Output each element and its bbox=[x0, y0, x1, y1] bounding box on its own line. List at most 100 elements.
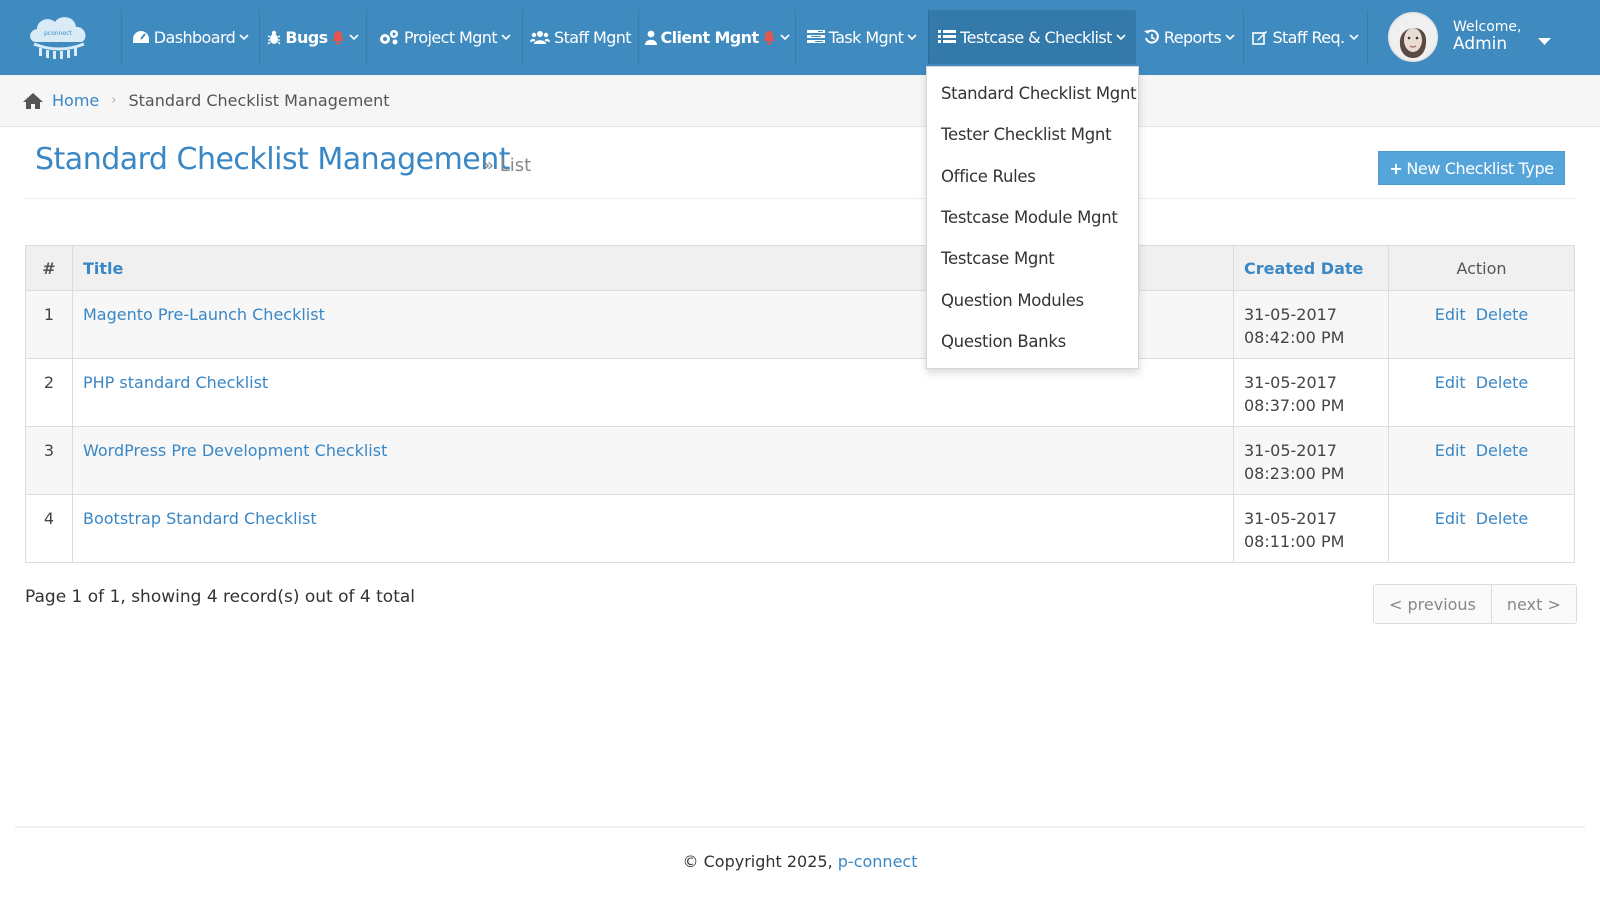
row-actions: Edit Delete bbox=[1388, 358, 1575, 427]
bell-icon bbox=[331, 30, 345, 45]
chevron-down-icon bbox=[1116, 33, 1126, 41]
chevron-down-icon bbox=[501, 33, 511, 41]
nav-reports[interactable]: Reports bbox=[1135, 10, 1243, 64]
user-icon bbox=[644, 30, 657, 45]
chevron-down-icon bbox=[239, 33, 249, 41]
edit-link[interactable]: Edit bbox=[1435, 441, 1466, 460]
welcome-text: Welcome, Admin bbox=[1453, 19, 1522, 55]
svg-text:pconnect: pconnect bbox=[44, 30, 72, 37]
nav-dashboard-label: Dashboard bbox=[153, 27, 236, 47]
avatar bbox=[1388, 12, 1438, 62]
row-date-cell: 31-05-2017 08:11:00 PM bbox=[1233, 494, 1389, 563]
edit-icon bbox=[1252, 30, 1268, 45]
menu-item-question-banks[interactable]: Question Banks bbox=[927, 321, 1138, 362]
chevron-right-icon: › bbox=[111, 93, 117, 108]
menu-item-tester-checklist-mgnt[interactable]: Tester Checklist Mgnt bbox=[927, 114, 1138, 155]
table-row: 1 Magento Pre-Launch Checklist 31-05-201… bbox=[25, 290, 1575, 359]
brand-logo[interactable]: pconnect bbox=[22, 8, 96, 64]
checklist-table: # Title Created Date Action 1 Magento Pr… bbox=[25, 245, 1575, 563]
row-time: 08:42:00 PM bbox=[1244, 328, 1345, 347]
dashboard-icon bbox=[132, 30, 150, 44]
menu-item-question-modules[interactable]: Question Modules bbox=[927, 279, 1138, 320]
nav-project-mgnt-label: Project Mgnt bbox=[403, 27, 498, 47]
row-actions: Edit Delete bbox=[1388, 426, 1575, 495]
nav-staff-mgnt[interactable]: Staff Mgnt bbox=[522, 10, 638, 64]
nav-bugs[interactable]: Bugs bbox=[259, 10, 366, 64]
list-icon bbox=[938, 30, 957, 44]
delete-link[interactable]: Delete bbox=[1476, 509, 1529, 528]
breadcrumb: Home › Standard Checklist Management bbox=[0, 75, 1600, 127]
nav-staff-req-label: Staff Req. bbox=[1272, 27, 1345, 47]
testcase-checklist-dropdown: Standard Checklist Mgnt Tester Checklist… bbox=[926, 66, 1139, 369]
nav-client-mgnt[interactable]: Client Mgnt bbox=[638, 10, 795, 64]
row-actions: Edit Delete bbox=[1388, 290, 1575, 359]
edit-link[interactable]: Edit bbox=[1435, 373, 1466, 392]
table-row: 4 Bootstrap Standard Checklist 31-05-201… bbox=[25, 494, 1575, 563]
menu-item-testcase-module-mgnt[interactable]: Testcase Module Mgnt bbox=[927, 197, 1138, 238]
nav-dashboard[interactable]: Dashboard bbox=[121, 10, 259, 64]
row-title-link[interactable]: Bootstrap Standard Checklist bbox=[83, 509, 317, 528]
user-menu[interactable]: Welcome, Admin bbox=[1388, 10, 1568, 64]
breadcrumb-current: Standard Checklist Management bbox=[128, 91, 390, 110]
nav-reports-label: Reports bbox=[1163, 27, 1222, 47]
column-header-created-date[interactable]: Created Date bbox=[1233, 245, 1389, 291]
nav-testcase-checklist[interactable]: Testcase & Checklist bbox=[928, 10, 1135, 64]
nav-task-mgnt[interactable]: Task Mgnt bbox=[795, 10, 928, 64]
row-date: 31-05-2017 bbox=[1244, 373, 1337, 392]
footer-divider bbox=[15, 826, 1585, 828]
table-row: 2 PHP standard Checklist 31-05-2017 08:37… bbox=[25, 358, 1575, 427]
edit-link[interactable]: Edit bbox=[1435, 509, 1466, 528]
column-header-num: # bbox=[25, 245, 73, 291]
home-icon bbox=[22, 92, 44, 110]
row-date-cell: 31-05-2017 08:42:00 PM bbox=[1233, 290, 1389, 359]
delete-link[interactable]: Delete bbox=[1476, 373, 1529, 392]
row-title-cell: WordPress Pre Development Checklist bbox=[72, 426, 1234, 495]
user-name: Admin bbox=[1453, 34, 1508, 55]
row-title-link[interactable]: Magento Pre-Launch Checklist bbox=[83, 305, 325, 324]
edit-link[interactable]: Edit bbox=[1435, 305, 1466, 324]
welcome-label: Welcome, bbox=[1453, 19, 1522, 36]
row-date: 31-05-2017 bbox=[1244, 305, 1337, 324]
users-icon bbox=[530, 30, 551, 45]
new-checklist-type-label: New Checklist Type bbox=[1406, 158, 1554, 178]
row-time: 08:11:00 PM bbox=[1244, 532, 1345, 551]
delete-link[interactable]: Delete bbox=[1476, 441, 1529, 460]
nav-divider bbox=[1367, 10, 1368, 64]
page-title: Standard Checklist Management bbox=[35, 142, 511, 177]
cloud-logo-icon: pconnect bbox=[30, 17, 86, 59]
chevron-down-icon bbox=[1225, 33, 1235, 41]
nav-project-mgnt[interactable]: Project Mgnt bbox=[366, 10, 522, 64]
menu-item-standard-checklist-mgnt[interactable]: Standard Checklist Mgnt bbox=[927, 73, 1138, 114]
cogs-icon bbox=[378, 29, 400, 45]
row-number: 3 bbox=[25, 426, 73, 495]
row-title-cell: Bootstrap Standard Checklist bbox=[72, 494, 1234, 563]
delete-link[interactable]: Delete bbox=[1476, 305, 1529, 324]
plus-icon: + bbox=[1389, 158, 1403, 178]
history-icon bbox=[1143, 29, 1160, 45]
bug-icon bbox=[267, 30, 281, 45]
row-title-link[interactable]: WordPress Pre Development Checklist bbox=[83, 441, 387, 460]
breadcrumb-home-link[interactable]: Home bbox=[52, 91, 99, 110]
tasks-icon bbox=[806, 30, 825, 44]
nav-bugs-label: Bugs bbox=[285, 27, 328, 47]
row-title-link[interactable]: PHP standard Checklist bbox=[83, 373, 268, 392]
chevron-down-icon bbox=[779, 33, 790, 41]
previous-page-button[interactable]: < previous bbox=[1374, 585, 1491, 623]
next-page-button[interactable]: next > bbox=[1490, 585, 1576, 623]
pagination: < previous next > bbox=[1373, 584, 1577, 624]
table-header-row: # Title Created Date Action bbox=[25, 245, 1575, 291]
menu-item-office-rules[interactable]: Office Rules bbox=[927, 156, 1138, 197]
row-time: 08:37:00 PM bbox=[1244, 396, 1345, 415]
nav-staff-req[interactable]: Staff Req. bbox=[1243, 10, 1367, 64]
row-date: 31-05-2017 bbox=[1244, 509, 1337, 528]
top-navbar: pconnect Dashboard Bugs Project Mgnt Sta… bbox=[0, 0, 1600, 75]
copyright-text: © Copyright 2025, bbox=[682, 852, 833, 871]
column-header-action: Action bbox=[1388, 245, 1575, 291]
row-date: 31-05-2017 bbox=[1244, 441, 1337, 460]
footer-brand-link[interactable]: p-connect bbox=[838, 852, 918, 871]
menu-item-testcase-mgnt[interactable]: Testcase Mgnt bbox=[927, 238, 1138, 279]
new-checklist-type-button[interactable]: + New Checklist Type bbox=[1378, 151, 1565, 185]
row-time: 08:23:00 PM bbox=[1244, 464, 1345, 483]
row-date-cell: 31-05-2017 08:37:00 PM bbox=[1233, 358, 1389, 427]
caret-down-icon bbox=[1537, 31, 1551, 50]
